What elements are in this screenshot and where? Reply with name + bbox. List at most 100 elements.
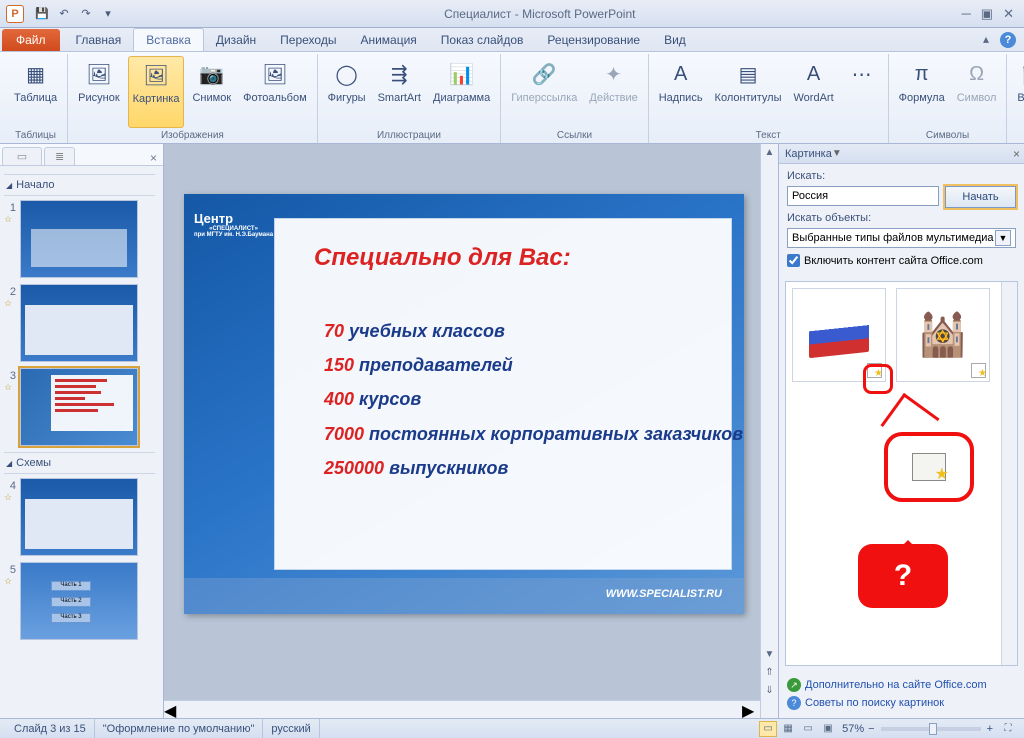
redo-icon[interactable]: ↷: [76, 4, 96, 24]
slides-tab[interactable]: ≣: [44, 147, 75, 165]
clipart-pane: Картинка ▼ × Искать: Начать Искать объек…: [778, 144, 1024, 718]
properties-badge-large-icon: [912, 453, 946, 481]
objects-select[interactable]: Выбранные типы файлов мультимедиа▼: [787, 228, 1016, 248]
include-office-checkbox[interactable]: [787, 254, 800, 267]
ribbon-tab-вставка[interactable]: Вставка: [133, 28, 204, 51]
slide-thumbnail-1[interactable]: [20, 200, 138, 278]
zoom-percent[interactable]: 57%: [842, 723, 864, 735]
picture-button[interactable]: 🖼Рисунок: [74, 56, 124, 128]
slide-bullet: 70 учебных классов: [324, 314, 743, 348]
slide-number: 5: [4, 562, 18, 576]
file-tab[interactable]: Файл: [2, 29, 60, 51]
shapes-icon: ◯: [331, 58, 363, 90]
outline-tab[interactable]: ▭: [2, 147, 42, 165]
action-button: ✦Действие: [585, 56, 641, 128]
ribbon-tab-дизайн[interactable]: Дизайн: [204, 29, 268, 51]
ribbon-tab-переходы[interactable]: Переходы: [268, 29, 348, 51]
symbol-label: Символ: [957, 92, 997, 104]
help-icon[interactable]: ?: [1000, 32, 1016, 48]
section-header-schemes[interactable]: Схемы: [4, 452, 155, 474]
smartart-button[interactable]: ⇶SmartArt: [374, 56, 425, 128]
ribbon-tab-анимация[interactable]: Анимация: [348, 29, 428, 51]
photoalbum-label: Фотоальбом: [243, 92, 307, 104]
slide-thumbnails-panel: ▭ ≣ × Начало 1☆ 2☆ 3☆ Схемы: [0, 144, 164, 718]
search-button[interactable]: Начать: [945, 186, 1016, 208]
slide-number: 2: [4, 284, 18, 298]
russian-flag-icon: [809, 312, 869, 358]
photoalbum-button[interactable]: 🖼Фотоальбом: [239, 56, 311, 128]
picture-label: Рисунок: [78, 92, 120, 104]
group-label: Иллюстрации: [377, 128, 441, 143]
slide-thumbnail-3[interactable]: [20, 368, 138, 446]
slide-thumbnail-2[interactable]: [20, 284, 138, 362]
hyperlink-label: Гиперссылка: [511, 92, 577, 104]
screenshot-button[interactable]: 📷Снимок: [188, 56, 235, 128]
pane-dropdown-icon[interactable]: ▼: [832, 148, 842, 159]
screenshot-icon: 📷: [196, 58, 228, 90]
slide-thumbnail-5[interactable]: Часть 1Часть 2Часть 3: [20, 562, 138, 640]
textbox-button[interactable]: AНадпись: [655, 56, 707, 128]
fit-window-button[interactable]: ⛶: [999, 721, 1017, 737]
horizontal-scrollbar[interactable]: ◀▶: [164, 700, 760, 718]
sorter-view-button[interactable]: ▦: [779, 721, 797, 737]
more-office-link[interactable]: ↗Дополнительно на сайте Office.com: [787, 678, 1016, 692]
objects-label: Искать объекты:: [787, 212, 1016, 224]
close-panel-icon[interactable]: ×: [150, 151, 157, 165]
headerfooter-button[interactable]: ▤Колонтитулы: [711, 56, 786, 128]
textbox-icon: A: [665, 58, 697, 90]
maximize-button[interactable]: ▣: [981, 6, 993, 22]
reading-view-button[interactable]: ▭: [799, 721, 817, 737]
shapes-button[interactable]: ◯Фигуры: [324, 56, 370, 128]
video-icon: 🎬: [1017, 58, 1024, 90]
ribbon-tab-вид[interactable]: Вид: [652, 29, 698, 51]
results-scrollbar[interactable]: [1001, 282, 1017, 665]
zoom-in-button[interactable]: +: [987, 723, 993, 735]
callout-highlight-ring: [863, 364, 893, 394]
minimize-ribbon-icon[interactable]: ▴: [978, 32, 994, 48]
pane-close-icon[interactable]: ×: [1013, 147, 1020, 161]
hyperlink-button: 🔗Гиперссылка: [507, 56, 581, 128]
normal-view-button[interactable]: ▭: [759, 721, 777, 737]
zoom-out-button[interactable]: −: [868, 723, 874, 735]
status-slide-position: Слайд 3 из 15: [6, 719, 95, 738]
slide-thumbnail-4[interactable]: [20, 478, 138, 556]
properties-badge-icon[interactable]: [971, 363, 986, 378]
ribbon: ▦ТаблицаТаблицы🖼Рисунок🖼Картинка📷Снимок🖼…: [0, 52, 1024, 144]
equation-button[interactable]: πФормула: [895, 56, 949, 128]
slide-editor[interactable]: Центр «СПЕЦИАЛИСТ» при МГТУ им. Н.Э.Баум…: [164, 144, 778, 718]
ribbon-tab-рецензирование[interactable]: Рецензирование: [535, 29, 652, 51]
clipart-button[interactable]: 🖼Картинка: [128, 56, 185, 128]
wordart-icon: A: [798, 58, 830, 90]
title-bar: P 💾 ↶ ↷ ▾ Специалист - Microsoft PowerPo…: [0, 0, 1024, 28]
save-icon[interactable]: 💾: [32, 4, 52, 24]
undo-icon[interactable]: ↶: [54, 4, 74, 24]
clipart-label: Картинка: [133, 93, 180, 105]
slide-number: 4: [4, 478, 18, 492]
vertical-scrollbar[interactable]: ▲ ▼ ⇑ ⇓: [760, 144, 778, 718]
chart-button[interactable]: 📊Диаграмма: [429, 56, 494, 128]
ribbon-tab-показ слайдов[interactable]: Показ слайдов: [429, 29, 536, 51]
result-item-cathedral[interactable]: 🕍: [896, 288, 990, 382]
status-bar: Слайд 3 из 15 "Оформление по умолчанию" …: [0, 718, 1024, 738]
slideshow-view-button[interactable]: ▣: [819, 721, 837, 737]
chevron-down-icon[interactable]: ▼: [995, 230, 1011, 246]
ribbon-tab-главная[interactable]: Главная: [64, 29, 134, 51]
table-icon: ▦: [20, 58, 52, 90]
chart-icon: 📊: [446, 58, 478, 90]
ribbon-group-изображения: 🖼Рисунок🖼Картинка📷Снимок🖼ФотоальбомИзобр…: [68, 54, 318, 143]
section-header-start[interactable]: Начало: [4, 174, 155, 196]
video-button[interactable]: 🎬Видео: [1013, 56, 1024, 128]
table-label: Таблица: [14, 92, 57, 104]
zoom-slider[interactable]: [881, 727, 981, 731]
wordart-button[interactable]: AWordArt: [790, 56, 838, 128]
search-input[interactable]: [787, 186, 939, 206]
close-button[interactable]: ✕: [1003, 6, 1014, 22]
table-button[interactable]: ▦ Таблица: [10, 56, 61, 128]
minimize-button[interactable]: ─: [962, 6, 971, 22]
qat-more-icon[interactable]: ▾: [98, 4, 118, 24]
status-language[interactable]: русский: [263, 719, 319, 738]
search-tips-link[interactable]: ?Советы по поиску картинок: [787, 696, 1016, 710]
ribbon-group-таблицы: ▦ТаблицаТаблицы: [4, 54, 68, 143]
text-extra-button[interactable]: ⋯: [842, 56, 882, 128]
slide-canvas[interactable]: Центр «СПЕЦИАЛИСТ» при МГТУ им. Н.Э.Баум…: [184, 194, 744, 614]
